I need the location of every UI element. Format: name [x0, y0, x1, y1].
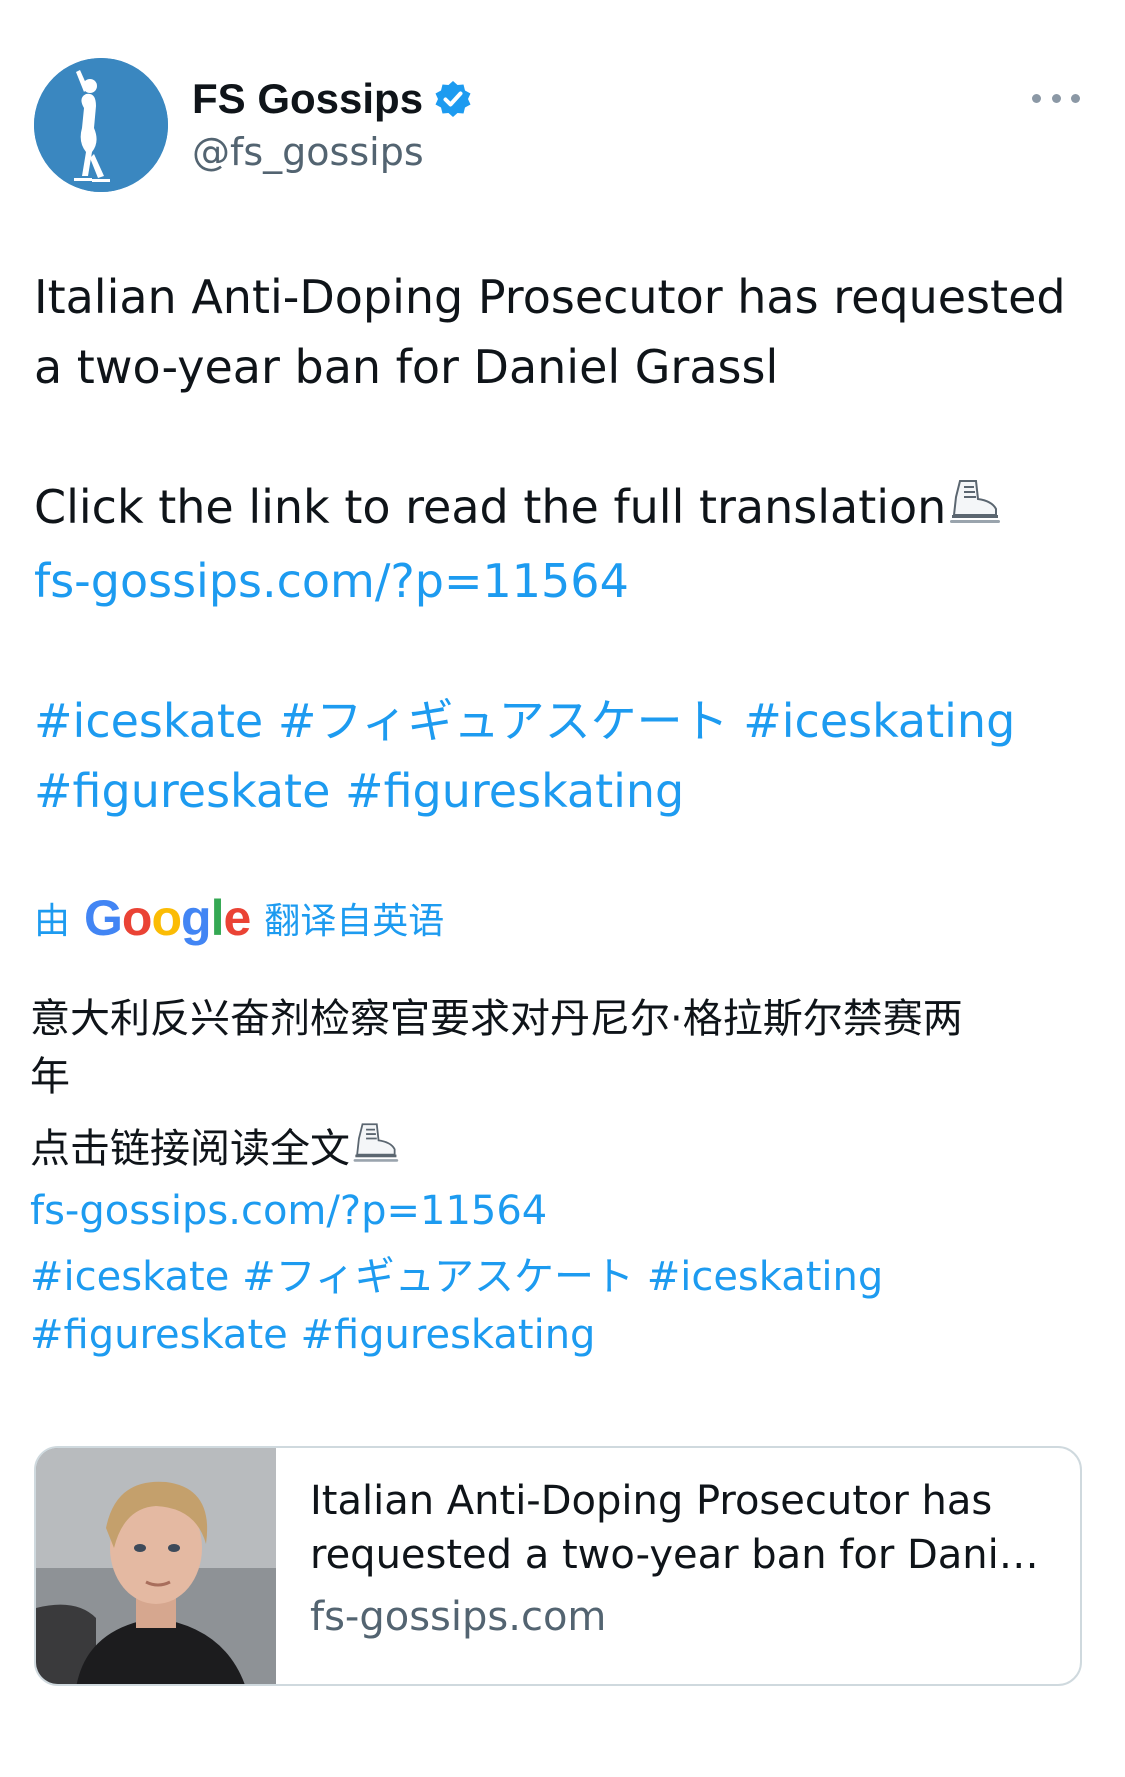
figure-skater-icon	[34, 58, 168, 192]
tweet-link[interactable]: fs-gossips.com/?p=11564	[34, 546, 1084, 616]
hashtag-link[interactable]: #iceskating	[743, 694, 1015, 748]
card-title: Italian Anti-Doping Prosecutor has reque…	[310, 1478, 1035, 1578]
hashtag-link[interactable]: #iceskate	[30, 1254, 229, 1300]
card-domain: fs-gossips.com	[310, 1594, 607, 1640]
user-handle[interactable]: @fs_gossips	[192, 130, 424, 174]
translated-line: 年	[30, 1054, 70, 1100]
tweet-text: Italian Anti-Doping Prosecutor has reque…	[34, 262, 1084, 826]
hashtag-link[interactable]: #iceskate	[34, 694, 263, 748]
hashtag-line: #figureskate #figureskating	[30, 1306, 1090, 1364]
hashtag-link[interactable]: #figureskating	[300, 1312, 595, 1358]
hashtag-link[interactable]: #フィギュアスケート	[278, 694, 729, 748]
dot	[1051, 93, 1061, 103]
translated-prefix: 由	[34, 901, 71, 942]
tweet-cta-text: Click the link to read the full translat…	[34, 480, 947, 534]
ice-skate-icon	[946, 476, 1002, 546]
translated-suffix: 翻译自英语	[264, 901, 445, 942]
more-options-icon[interactable]	[1032, 88, 1080, 108]
google-logo: Google	[84, 890, 251, 946]
translated-link[interactable]: fs-gossips.com/?p=11564	[30, 1182, 1090, 1240]
hashtag-link[interactable]: #figureskating	[345, 764, 684, 818]
hashtag-line: #iceskate #フィギュアスケート #iceskating	[30, 1248, 1090, 1306]
ice-skate-icon	[350, 1120, 400, 1182]
link-preview-card[interactable]: Italian Anti-Doping Prosecutor has reque…	[34, 1446, 1082, 1686]
translated-by-label[interactable]: 由 Google 翻译自英语	[34, 888, 444, 948]
tweet-text-line: a two-year ban for Daniel Grassl	[34, 340, 779, 394]
hashtag-link[interactable]: #figureskate	[34, 764, 330, 818]
translated-cta: 点击链接阅读全文	[30, 1126, 350, 1172]
tweet-text-line: Click the link to read the full translat…	[34, 472, 1084, 546]
card-thumbnail	[36, 1448, 276, 1684]
verified-badge-icon	[433, 79, 473, 119]
avatar[interactable]	[34, 58, 168, 192]
translated-text: 意大利反兴奋剂检察官要求对丹尼尔·格拉斯尔禁赛两 年 点击链接阅读全文 fs-g…	[30, 990, 1090, 1364]
translated-line: 点击链接阅读全文	[30, 1120, 1090, 1182]
display-name[interactable]: FS Gossips	[192, 75, 423, 123]
dot	[1032, 93, 1041, 103]
dot	[1071, 93, 1080, 103]
hashtag-line: #iceskate #フィギュアスケート #iceskating	[34, 686, 1084, 756]
hashtag-link[interactable]: #iceskating	[647, 1254, 884, 1300]
tweet-text-line: Italian Anti-Doping Prosecutor has reque…	[34, 270, 1066, 324]
hashtag-line: #figureskate #figureskating	[34, 756, 1084, 826]
tweet-header: FS Gossips @fs_gossips	[34, 58, 1094, 192]
translated-line: 意大利反兴奋剂检察官要求对丹尼尔·格拉斯尔禁赛两	[30, 996, 963, 1042]
hashtag-link[interactable]: #figureskate	[30, 1312, 288, 1358]
hashtag-link[interactable]: #フィギュアスケート	[242, 1254, 634, 1300]
